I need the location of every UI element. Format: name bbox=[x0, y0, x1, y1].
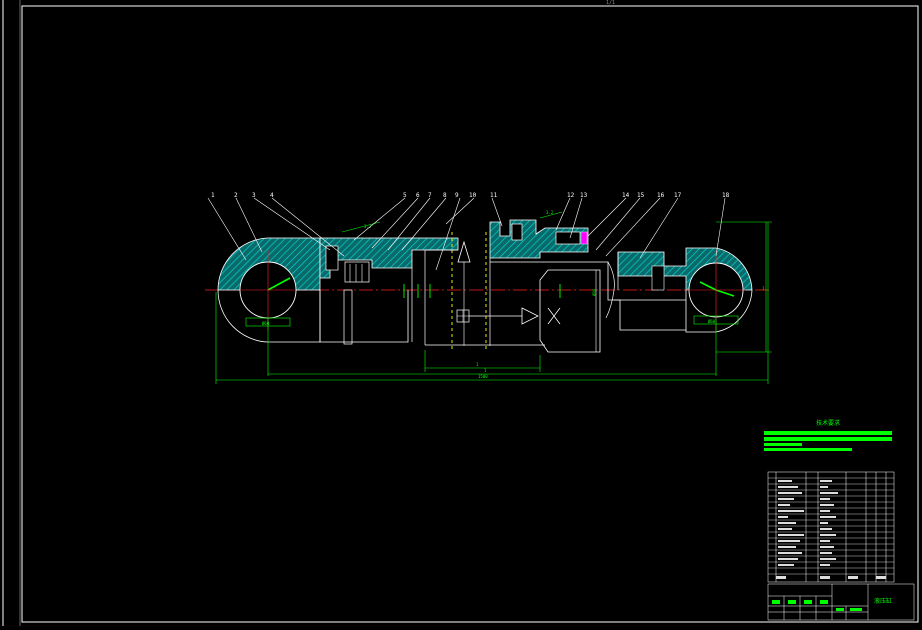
title-block bbox=[767, 471, 915, 621]
drawing-name: 液压缸 bbox=[874, 598, 893, 605]
title-cell-fills bbox=[772, 600, 862, 611]
cad-drawing-canvas: 1500 1 1 Ø60 Ø60 1 Ø80 3.2 3.2 1 2 3 4 5… bbox=[0, 0, 922, 626]
parts-list-text bbox=[776, 480, 886, 579]
